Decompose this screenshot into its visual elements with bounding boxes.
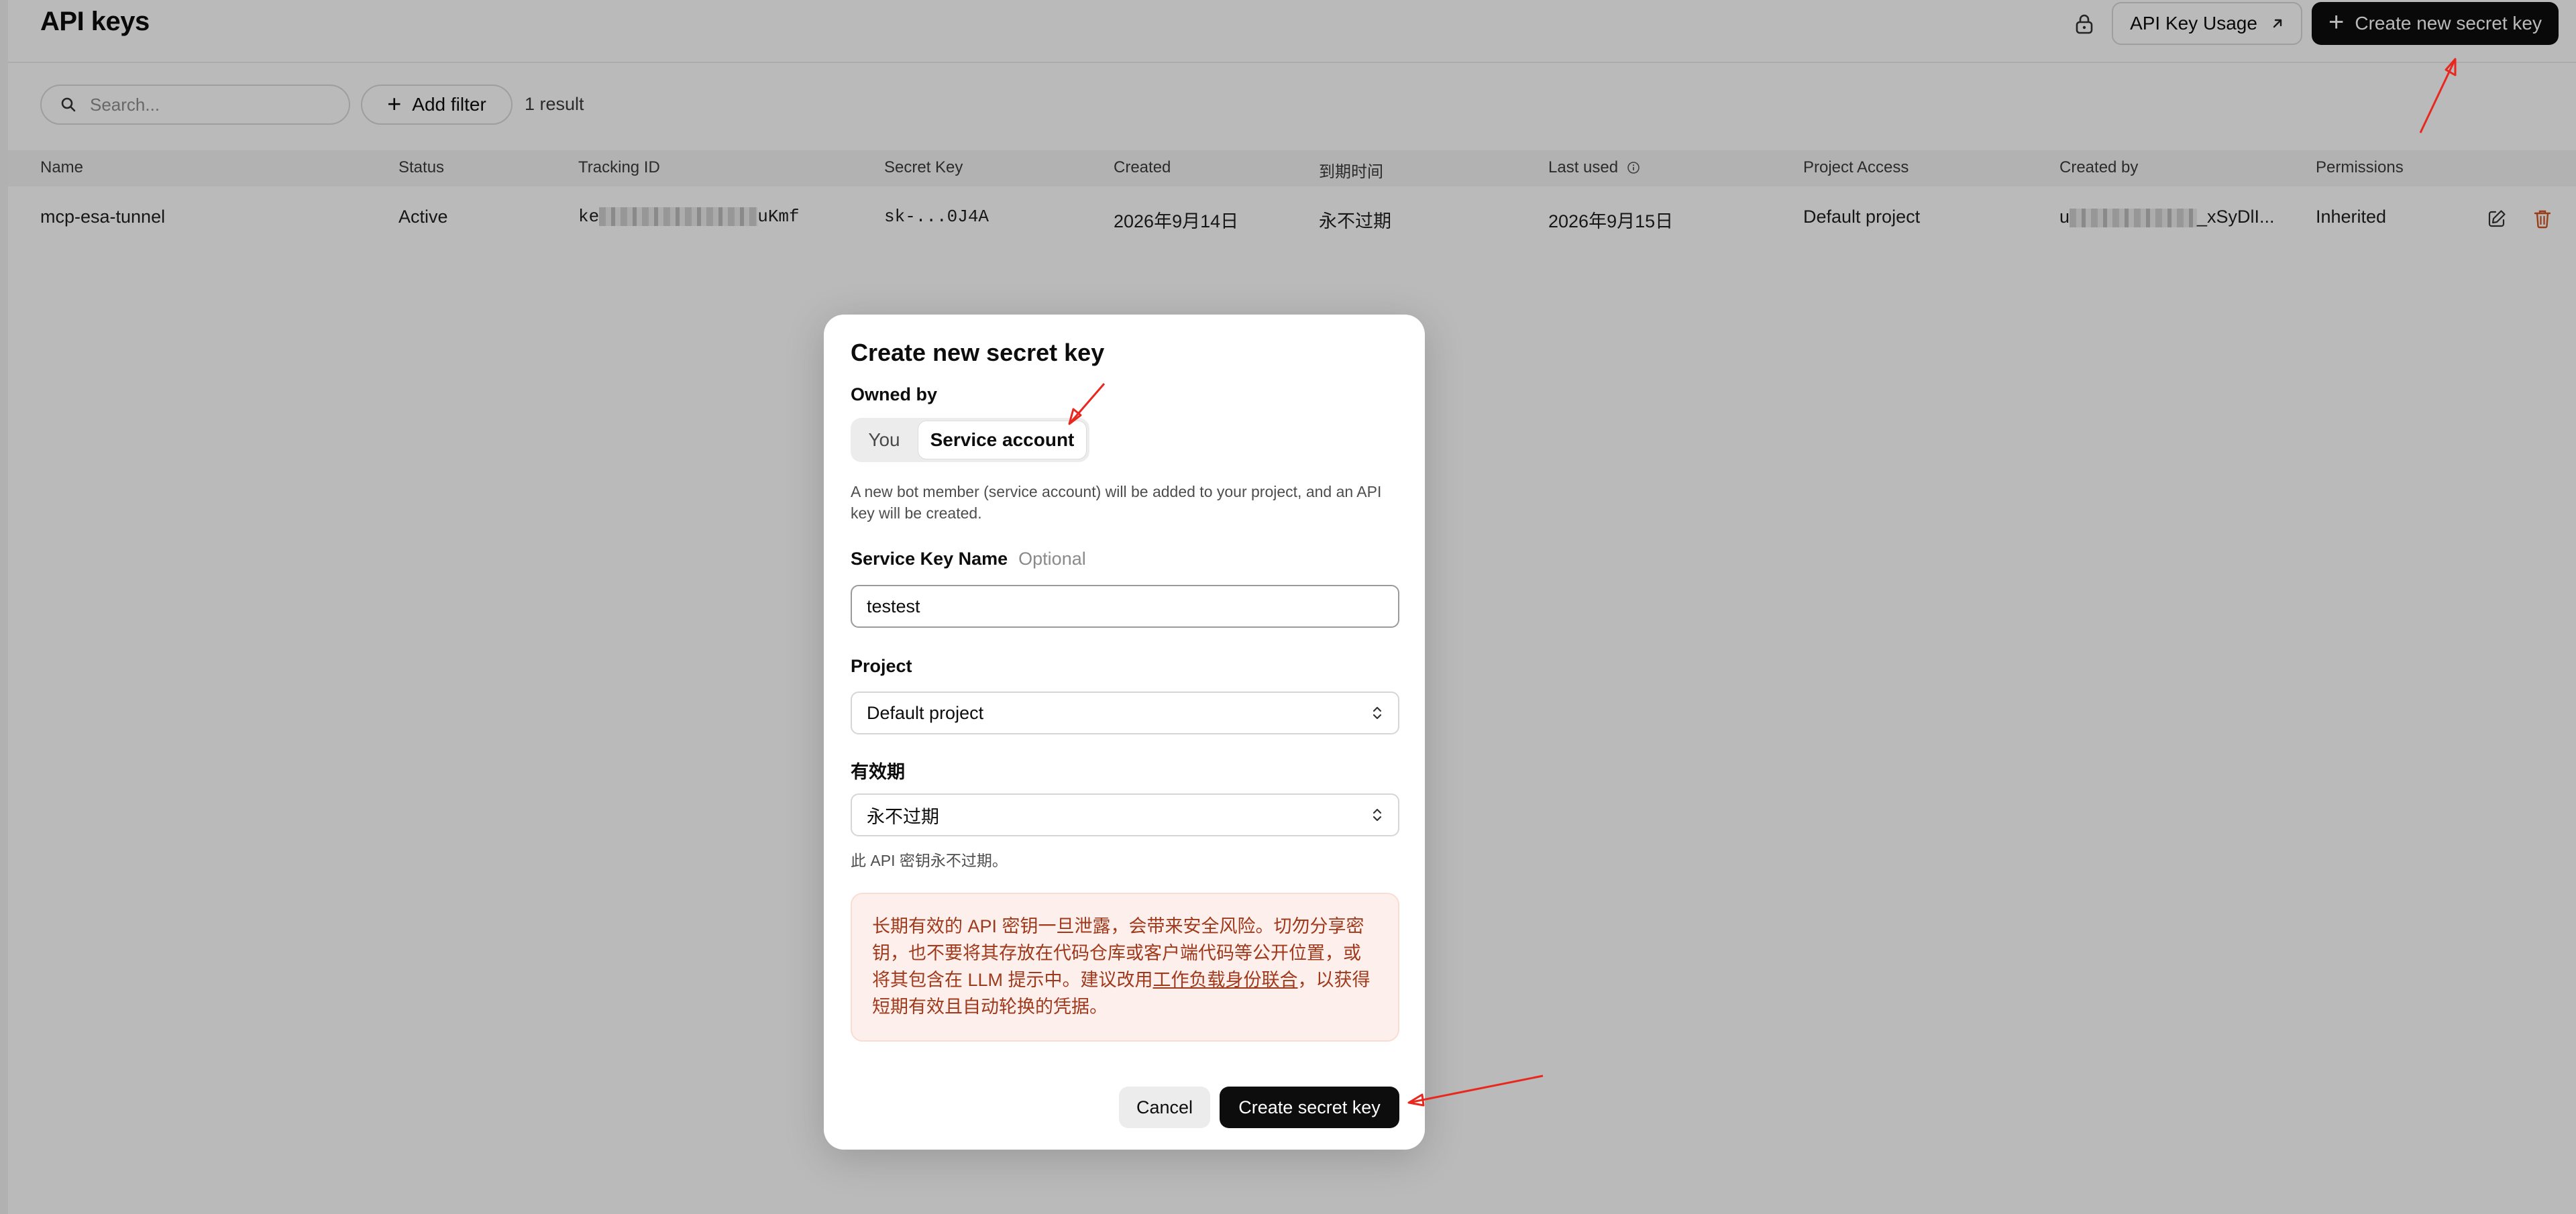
expiry-label: 有效期 <box>851 762 905 782</box>
optional-hint: Optional <box>1018 549 1086 569</box>
expiry-note: 此 API 密钥永不过期。 <box>851 852 1008 869</box>
project-label: Project <box>851 656 912 676</box>
owner-segmented-control: You Service account <box>851 418 1089 462</box>
project-select-value: Default project <box>867 702 984 723</box>
owned-by-label: Owned by <box>851 384 938 404</box>
project-select[interactable]: Default project <box>851 692 1399 734</box>
service-key-name-label: Service Key Name Optional <box>851 549 1086 569</box>
security-warning: 长期有效的 API 密钥一旦泄露，会带来安全风险。切勿分享密钥，也不要将其存放在… <box>851 893 1399 1042</box>
cancel-button[interactable]: Cancel <box>1119 1087 1210 1128</box>
dialog-title: Create new secret key <box>851 339 1105 366</box>
service-key-name-text: Service Key Name <box>851 549 1008 569</box>
create-secret-key-button[interactable]: Create secret key <box>1220 1087 1399 1128</box>
workload-identity-link[interactable]: 工作负载身份联合 <box>1153 970 1298 990</box>
service-key-name-input[interactable] <box>851 585 1399 628</box>
service-account-help: A new bot member (service account) will … <box>851 483 1382 522</box>
chevron-updown-icon <box>1373 808 1382 822</box>
expiry-select-value: 永不过期 <box>867 806 939 827</box>
create-key-dialog: Create new secret key Owned by You Servi… <box>824 315 1425 1150</box>
owner-option-you[interactable]: You <box>851 418 918 462</box>
chevron-updown-icon <box>1373 706 1382 720</box>
expiry-select[interactable]: 永不过期 <box>851 793 1399 836</box>
owner-option-service-account[interactable]: Service account <box>918 421 1087 459</box>
